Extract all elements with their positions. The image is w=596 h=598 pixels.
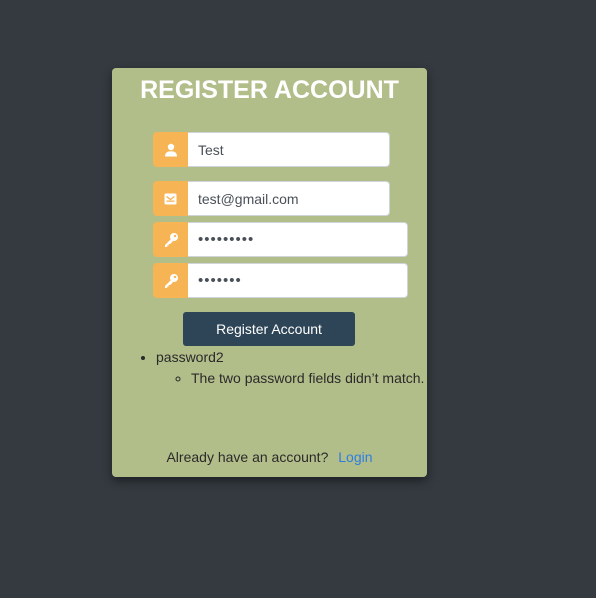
error-field-item: password2 The two password fields didn’t… bbox=[156, 347, 426, 389]
confirm-password-input[interactable] bbox=[188, 263, 408, 298]
error-field-name: password2 bbox=[156, 349, 224, 365]
username-input[interactable] bbox=[188, 132, 390, 167]
password-field-group bbox=[153, 222, 408, 257]
register-account-button[interactable]: Register Account bbox=[183, 312, 355, 346]
user-icon bbox=[153, 132, 188, 167]
key-icon bbox=[153, 263, 188, 298]
page-title: REGISTER ACCOUNT bbox=[140, 76, 399, 104]
error-list: password2 The two password fields didn’t… bbox=[138, 347, 426, 389]
error-message: The two password fields didn’t match. bbox=[191, 368, 426, 389]
envelope-icon bbox=[153, 181, 188, 216]
confirm-password-field-group bbox=[153, 263, 408, 298]
email-input[interactable] bbox=[188, 181, 390, 216]
login-link[interactable]: Login bbox=[338, 449, 372, 465]
error-message-list: The two password fields didn’t match. bbox=[156, 368, 426, 389]
key-icon bbox=[153, 222, 188, 257]
login-prompt: Already have an account? Login bbox=[112, 449, 427, 465]
email-field-group bbox=[153, 181, 390, 216]
password-input[interactable] bbox=[188, 222, 408, 257]
username-field-group bbox=[153, 132, 390, 167]
register-card: REGISTER ACCOUNT Test test@gmail.com •••… bbox=[112, 68, 427, 477]
login-prompt-text: Already have an account? bbox=[166, 449, 329, 465]
